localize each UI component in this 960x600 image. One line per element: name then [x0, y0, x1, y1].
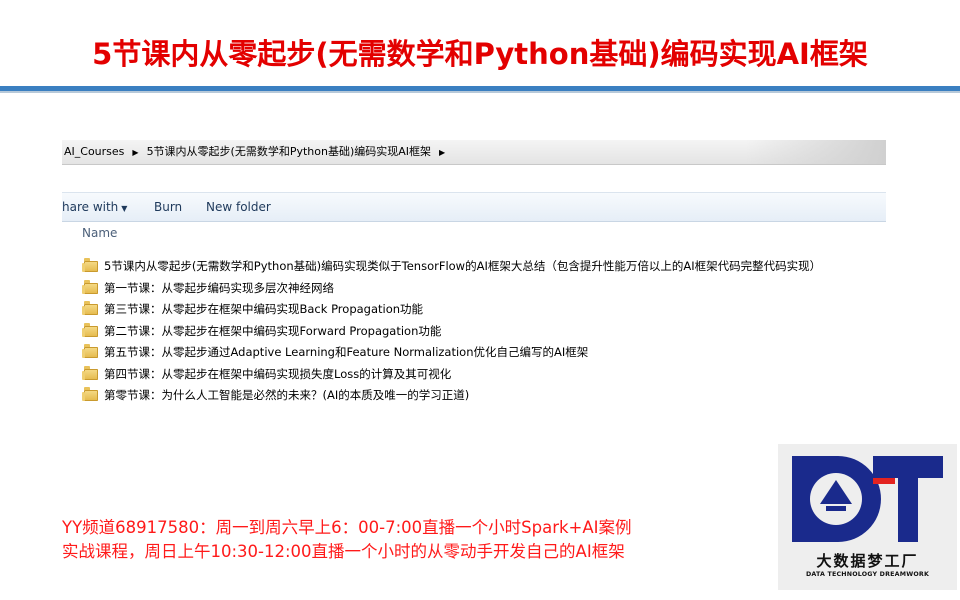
announcement-line: 实战课程，周日上午10:30-12:00直播一个小时的从零动手开发自己的AI框架	[62, 542, 625, 561]
list-item[interactable]: 第零节课：为什么人工智能是必然的未来？(AI的本质及唯一的学习正道)	[82, 385, 884, 407]
folder-icon	[82, 279, 98, 294]
list-item[interactable]: 第五节课：从零起步通过Adaptive Learning和Feature Nor…	[82, 342, 884, 364]
live-stream-announcement: YY频道68917580：周一到周六早上6：00-7:00直播一个小时Spark…	[62, 516, 782, 564]
file-name: 第三节课：从零起步在框架中编码实现Back Propagation功能	[104, 302, 424, 316]
file-name: 5节课内从零起步(无需数学和Python基础)编码实现类似于TensorFlow…	[104, 259, 822, 273]
file-list: 5节课内从零起步(无需数学和Python基础)编码实现类似于TensorFlow…	[82, 256, 884, 407]
file-name: 第二节课：从零起步在框架中编码实现Forward Propagation功能	[104, 323, 442, 338]
list-item[interactable]: 第四节课：从零起步在框架中编码实现损失度Loss的计算及其可视化	[82, 364, 884, 386]
address-bar-fade	[746, 140, 886, 164]
folder-icon	[82, 387, 98, 402]
file-name: 第一节课：从零起步编码实现多层次神经网络	[104, 280, 334, 295]
new-folder-button[interactable]: New folder	[206, 193, 271, 221]
breadcrumb-item[interactable]: 5节课内从零起步(无需数学和Python基础)编码实现AI框架	[145, 140, 433, 164]
burn-button[interactable]: Burn	[154, 193, 182, 221]
slide-title: 5节课内从零起步(无需数学和Python基础)编码实现AI框架	[92, 37, 868, 71]
share-with-button[interactable]: hare with ▼	[62, 193, 127, 223]
list-item[interactable]: 第一节课：从零起步编码实现多层次神经网络	[82, 278, 884, 300]
breadcrumb-arrow-icon: ▶	[132, 148, 139, 157]
list-item[interactable]: 5节课内从零起步(无需数学和Python基础)编码实现类似于TensorFlow…	[82, 256, 884, 278]
logo-name: 大数据梦工厂	[816, 552, 919, 570]
logo: 大数据梦工厂 DATA TECHNOLOGY DREAMWORK	[778, 444, 957, 590]
breadcrumb-arrow-icon[interactable]: ▶	[433, 141, 451, 165]
folder-icon	[82, 322, 98, 337]
list-item[interactable]: 第三节课：从零起步在框架中编码实现Back Propagation功能	[82, 299, 884, 321]
folder-icon	[82, 344, 98, 359]
file-name: 第五节课：从零起步通过Adaptive Learning和Feature Nor…	[104, 345, 589, 359]
breadcrumb-item[interactable]: AI_Courses	[62, 140, 126, 164]
file-explorer-screenshot: AI_Courses ▶ 5节课内从零起步(无需数学和Python基础)编码实现AI…	[62, 140, 886, 416]
list-item[interactable]: 第二节课：从零起步在框架中编码实现Forward Propagation功能	[82, 321, 884, 343]
folder-icon	[82, 301, 98, 316]
folder-icon	[82, 258, 98, 273]
command-toolbar: hare with ▼ Burn New folder	[62, 192, 886, 222]
title-divider-shadow	[0, 91, 960, 93]
address-bar[interactable]: AI_Courses ▶ 5节课内从零起步(无需数学和Python基础)编码实现AI…	[62, 140, 886, 165]
logo-subtitle: DATA TECHNOLOGY DREAMWORK	[805, 571, 930, 578]
share-with-label: hare with	[62, 200, 119, 214]
folder-icon	[82, 365, 98, 380]
column-header-name[interactable]: Name	[82, 226, 117, 240]
chevron-down-icon: ▼	[121, 204, 128, 213]
announcement-line: YY频道68917580：周一到周六早上6：00-7:00直播一个小时Spark…	[62, 518, 632, 537]
dt-logo-icon	[792, 456, 943, 542]
file-name: 第四节课：从零起步在框架中编码实现损失度Loss的计算及其可视化	[104, 366, 452, 381]
file-name: 第零节课：为什么人工智能是必然的未来？(AI的本质及唯一的学习正道)	[104, 388, 470, 402]
